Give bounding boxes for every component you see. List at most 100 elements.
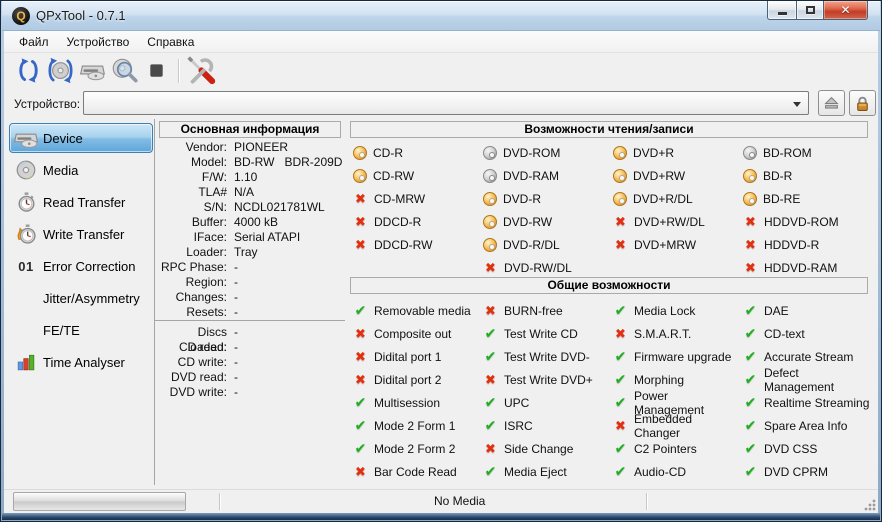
sidebar-item-label: Device <box>43 131 83 146</box>
capabilities-panel: Возможности чтения/записи CD-RCD-RW✖CD-M… <box>347 119 871 485</box>
drive-info-panel: Основная информация Vendor:PIONEERModel:… <box>154 119 345 485</box>
device-bar: Устройство: PIONEER BD-RW BDR-209D 1.10 … <box>4 88 878 119</box>
info-row: RPC Phase:- <box>155 260 345 275</box>
check-icon: ✔ <box>613 464 628 479</box>
capability-item: ✖DDCD-RW <box>350 233 480 256</box>
cross-icon: ✖ <box>483 260 498 275</box>
capability-label: HDDVD-R <box>764 238 819 252</box>
sidebar-item-label: Media <box>43 163 78 178</box>
close-button[interactable]: ✕ <box>823 1 868 20</box>
maximize-button[interactable] <box>796 1 823 20</box>
capability-label: HDDVD-ROM <box>764 215 839 229</box>
check-icon: ✔ <box>353 395 368 410</box>
cross-icon: ✖ <box>353 326 368 341</box>
eject-button[interactable] <box>818 90 845 116</box>
window-content: ФайлУстройствоСправка Устройство: PIONEE… <box>4 31 878 513</box>
capability-label: CD-RW <box>373 169 414 183</box>
cross-icon: ✖ <box>743 237 758 252</box>
capability-item: ✔Media Lock <box>610 299 740 322</box>
stop-button[interactable] <box>140 56 172 86</box>
rw-caps-title: Возможности чтения/записи <box>350 121 868 138</box>
capability-label: BURN-free <box>504 304 563 318</box>
check-icon: ✔ <box>743 418 758 433</box>
info-row-value: - <box>234 355 238 370</box>
capability-item: ✖HDDVD-ROM <box>740 210 870 233</box>
preferences-button[interactable] <box>185 56 217 86</box>
info-row: DVD write:- <box>155 385 345 400</box>
rw-caps-grid: CD-RCD-RW✖CD-MRW✖DDCD-R✖DDCD-RWDVD-ROMDV… <box>350 141 870 279</box>
menu-item-0[interactable]: Файл <box>10 32 58 52</box>
sidebar-item-error-correction[interactable]: 01Error Correction <box>9 251 153 281</box>
menu-item-1[interactable]: Устройство <box>58 32 139 52</box>
sidebar-item-time-analyser[interactable]: Time Analyser <box>9 347 153 377</box>
device-select[interactable]: PIONEER BD-RW BDR-209D 1.10 [D: ] <box>83 91 809 115</box>
sidebar-item-jitter-asymmetry[interactable]: Jitter/Asymmetry <box>9 283 153 313</box>
info-row-value: - <box>234 275 238 290</box>
info-row-label: IFace: <box>155 230 227 245</box>
capability-label: DVD+RW/DL <box>634 215 705 229</box>
lock-button[interactable] <box>849 90 876 116</box>
statusbar-separator <box>646 493 647 510</box>
capability-item: DVD-R <box>480 187 610 210</box>
capability-item: ✔Media Eject <box>480 460 610 483</box>
refresh-devices-button[interactable] <box>12 56 44 86</box>
info-row-value: Tray <box>234 245 258 260</box>
refresh-media-button[interactable] <box>44 56 76 86</box>
menu-item-2[interactable]: Справка <box>138 32 203 52</box>
capability-item: ✖DDCD-R <box>350 210 480 233</box>
info-row-label: Region: <box>155 275 227 290</box>
info-row-value: PIONEER <box>234 140 288 155</box>
capability-item: ✔Test Write DVD- <box>480 345 610 368</box>
caps-column: ✔DAE✔CD-text✔Accurate Stream✔Defect Mana… <box>740 299 870 483</box>
info-row-label: DVD write: <box>155 385 227 400</box>
sidebar-item-device[interactable]: Device <box>9 123 153 153</box>
sidebar-item-read-transfer[interactable]: Read Transfer <box>9 187 153 217</box>
capability-item: BD-RE <box>740 187 870 210</box>
capability-item: ✔Test Write CD <box>480 322 610 345</box>
cross-icon: ✖ <box>613 326 628 341</box>
write-disc-icon <box>483 192 497 206</box>
sidebar-item-fe-te[interactable]: FE/TE <box>9 315 153 345</box>
info-row: F/W:1.10 <box>155 170 345 185</box>
capability-label: DVD-RAM <box>503 169 559 183</box>
info-row-label: F/W: <box>155 170 227 185</box>
cross-icon: ✖ <box>613 418 628 433</box>
capability-item: DVD-R/DL <box>480 233 610 256</box>
minimize-button[interactable] <box>767 1 796 20</box>
check-icon: ✔ <box>613 303 628 318</box>
info-row-label: Vendor: <box>155 140 227 155</box>
capability-label: Didital port 2 <box>374 373 441 387</box>
sidebar-item-label: Jitter/Asymmetry <box>43 291 140 306</box>
scan-media-button[interactable] <box>108 56 140 86</box>
cross-icon: ✖ <box>353 349 368 364</box>
capability-item: ✖Bar Code Read <box>350 460 480 483</box>
check-icon: ✔ <box>743 326 758 341</box>
info-row: IFace:Serial ATAPI <box>155 230 345 245</box>
cross-icon: ✖ <box>483 303 498 318</box>
capability-item: ✖S.M.A.R.T. <box>610 322 740 345</box>
resize-grip[interactable] <box>864 499 876 511</box>
write-disc-icon <box>353 146 367 160</box>
capability-item: BD-ROM <box>740 141 870 164</box>
menubar: ФайлУстройствоСправка <box>4 31 878 53</box>
sidebar-item-write-transfer[interactable]: Write Transfer <box>9 219 153 249</box>
capability-item: ✖DVD-RW/DL <box>480 256 610 279</box>
bars-icon <box>13 353 39 371</box>
close-icon: ✕ <box>840 1 850 20</box>
capability-label: CD-R <box>373 146 403 160</box>
info-row: Discs loaded:- <box>155 325 345 340</box>
info-row-label: Model: <box>155 155 227 170</box>
capability-label: DVD-RW <box>503 215 552 229</box>
drive-control-button[interactable] <box>76 56 108 86</box>
caps-column: DVD-ROMDVD-RAMDVD-RDVD-RWDVD-R/DL✖DVD-RW… <box>480 141 610 279</box>
titlebar[interactable]: Q QPxTool - 0.7.1 ✕ <box>2 1 880 31</box>
cross-icon: ✖ <box>353 464 368 479</box>
toolbar <box>4 54 878 87</box>
drive-icon <box>13 125 39 152</box>
preferences-icon <box>187 56 216 85</box>
info-row-value: NCDL021781WL <box>234 200 325 215</box>
capability-label: DAE <box>764 304 789 318</box>
cross-icon: ✖ <box>483 441 498 456</box>
check-icon: ✔ <box>743 303 758 318</box>
sidebar-item-media[interactable]: Media <box>9 155 153 185</box>
